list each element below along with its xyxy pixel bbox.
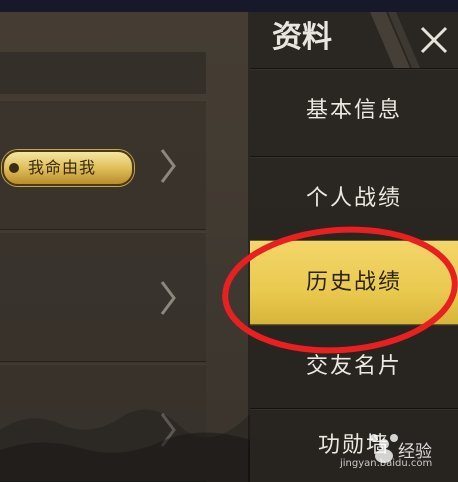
chevron-right-icon <box>160 149 176 183</box>
title-badge[interactable]: 我命由我 <box>2 150 134 186</box>
paw-watermark-icon <box>370 434 398 463</box>
title-stripes-decoration <box>370 12 420 68</box>
menu-item-basic-info[interactable]: 基本信息 <box>250 68 458 153</box>
watermark-url: jingyan.baidu.com <box>340 458 433 469</box>
menu-item-personal-record[interactable]: 个人战绩 <box>250 156 458 241</box>
background-hills <box>0 409 250 482</box>
close-icon[interactable] <box>414 20 454 60</box>
menu-item-label: 历史战绩 <box>305 270 402 295</box>
game-screen: 我命由我 资料 基本信息 个人战绩 历史战绩 交友名片 功勋墙 经验 jingy… <box>0 0 458 482</box>
top-strip <box>0 0 458 12</box>
menu-item-label: 交友名片 <box>305 354 402 379</box>
menu-title: 资料 <box>272 20 332 55</box>
menu-item-label: 个人战绩 <box>305 186 402 211</box>
menu-item-label: 基本信息 <box>305 98 402 123</box>
list-row[interactable] <box>0 232 206 362</box>
chevron-right-icon <box>160 281 176 315</box>
badge-dot-icon <box>9 163 19 173</box>
menu-item-match-history[interactable]: 历史战绩 <box>250 240 458 325</box>
menu-item-friend-card[interactable]: 交友名片 <box>250 324 458 409</box>
left-list-header <box>0 52 206 94</box>
badge-label: 我命由我 <box>28 158 97 177</box>
